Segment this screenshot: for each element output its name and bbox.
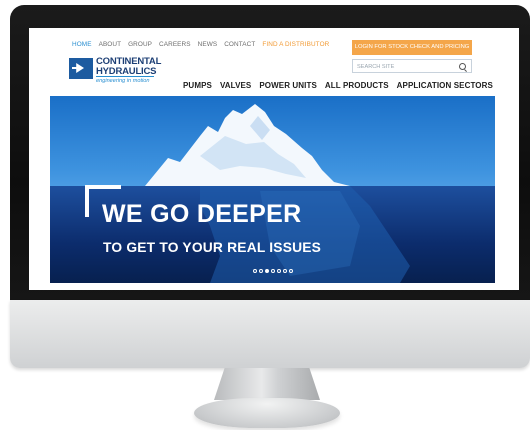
logo-wordmark: CONTINENTAL HYDRAULICS bbox=[96, 57, 161, 76]
top-nav-about[interactable]: ABOUT bbox=[99, 41, 122, 48]
hero-subtitle: TO GET TO YOUR REAL ISSUES bbox=[103, 240, 322, 255]
carousel-dot[interactable] bbox=[258, 269, 263, 273]
carousel-dot[interactable] bbox=[276, 269, 281, 273]
search-icon[interactable] bbox=[459, 63, 466, 70]
carousel-dot[interactable] bbox=[270, 269, 275, 273]
top-nav-news[interactable]: NEWS bbox=[198, 41, 218, 48]
top-nav: HOME ABOUT GROUP CAREERS NEWS CONTACT FI… bbox=[72, 41, 329, 48]
hero-banner[interactable]: WE GO DEEPER TO GET TO YOUR REAL ISSUES bbox=[50, 96, 495, 283]
main-nav: PUMPS VALVES POWER UNITS ALL PRODUCTS AP… bbox=[183, 81, 493, 90]
hero-title: WE GO DEEPER bbox=[102, 200, 302, 228]
carousel-dots bbox=[50, 269, 495, 273]
carousel-dot[interactable] bbox=[288, 269, 293, 273]
main-nav-pumps[interactable]: PUMPS bbox=[183, 81, 212, 90]
monitor-stand bbox=[214, 368, 320, 400]
monitor-chin bbox=[10, 300, 530, 368]
carousel-dot[interactable] bbox=[264, 269, 269, 273]
main-nav-all-products[interactable]: ALL PRODUCTS bbox=[325, 81, 389, 90]
search-box bbox=[352, 59, 472, 73]
website-screen: HOME ABOUT GROUP CAREERS NEWS CONTACT FI… bbox=[29, 28, 519, 290]
monitor-foot bbox=[194, 398, 340, 428]
carousel-dot[interactable] bbox=[252, 269, 257, 273]
top-nav-find-distributor[interactable]: FIND A DISTRIBUTOR bbox=[262, 41, 329, 48]
arrow-logo-icon bbox=[69, 58, 93, 79]
login-stock-check-button[interactable]: LOGIN FOR STOCK CHECK AND PRICING bbox=[352, 40, 472, 55]
top-nav-group[interactable]: GROUP bbox=[128, 41, 152, 48]
search-input[interactable] bbox=[357, 62, 452, 71]
logo-tagline: engineering in motion bbox=[96, 78, 150, 84]
logo-divider bbox=[96, 76, 154, 77]
main-nav-power-units[interactable]: POWER UNITS bbox=[259, 81, 317, 90]
main-nav-application-sectors[interactable]: APPLICATION SECTORS bbox=[397, 81, 493, 90]
top-nav-home[interactable]: HOME bbox=[72, 41, 92, 48]
top-nav-careers[interactable]: CAREERS bbox=[159, 41, 191, 48]
logo-line-2: HYDRAULICS bbox=[96, 65, 157, 77]
carousel-dot[interactable] bbox=[282, 269, 287, 273]
company-logo[interactable]: CONTINENTAL HYDRAULICS engineering in mo… bbox=[69, 56, 179, 92]
top-nav-contact[interactable]: CONTACT bbox=[224, 41, 255, 48]
main-nav-valves[interactable]: VALVES bbox=[220, 81, 251, 90]
